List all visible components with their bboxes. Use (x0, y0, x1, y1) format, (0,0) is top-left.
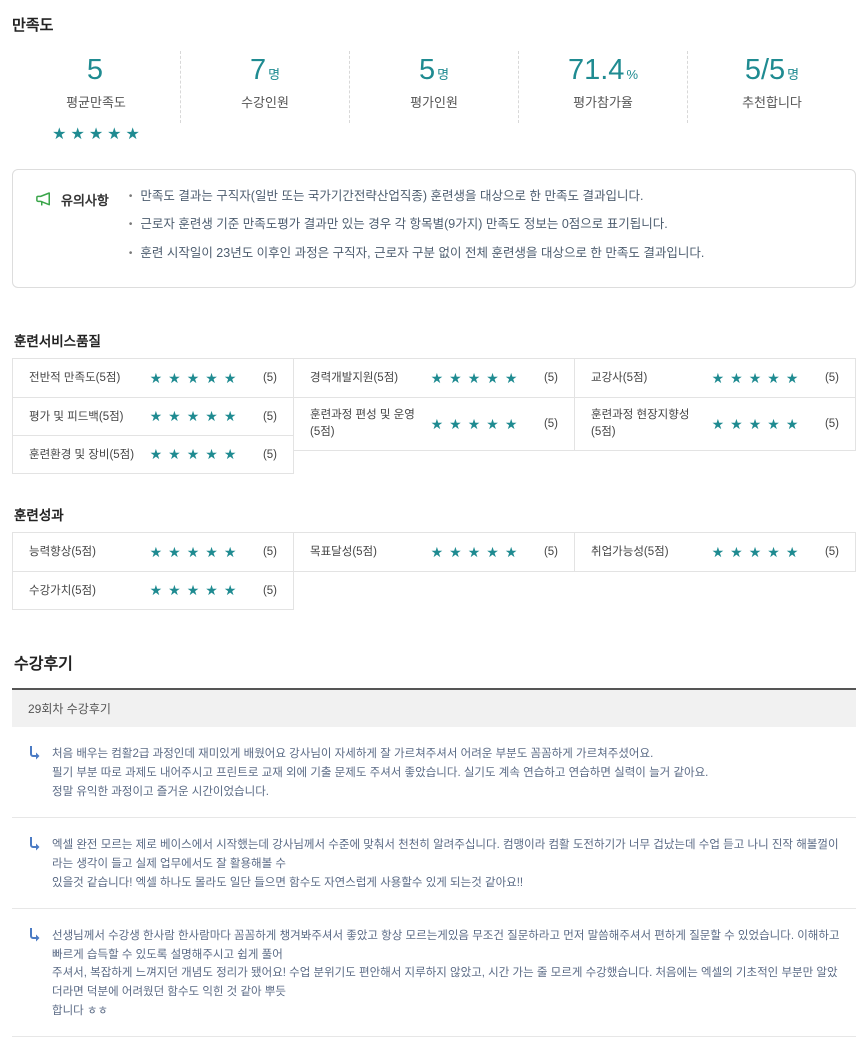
rating-row: 수강가치(5점) ★★★★★ (5) (13, 571, 293, 609)
stat-label: 수강인원 (181, 92, 349, 111)
rating-score: (5) (249, 449, 277, 461)
rating-label: 교강사(5점) (591, 370, 699, 387)
star-rating-icon: ★★★★★ (137, 544, 249, 561)
review-item: 처음 배우는 컴활2급 과정인데 재미있게 배웠어요 강사님이 자세하게 잘 가… (12, 727, 856, 818)
rating-label: 목표달성(5점) (310, 544, 418, 561)
rating-score: (5) (249, 585, 277, 597)
rating-column: 경력개발지원(5점) ★★★★★ (5) 훈련과정 편성 및 운영(5점) ★★… (293, 358, 575, 450)
page-title: 만족도 (12, 14, 856, 35)
review-item: 엑셀 완전 모르는 제로 베이스에서 시작했는데 강사님께서 수준에 맞춰서 천… (12, 818, 856, 909)
notice-item: 훈련 시작일이 23년도 이후인 과정은 구직자, 근로자 구분 없이 전체 훈… (129, 245, 705, 263)
satisfaction-page: 만족도 5 평균만족도 ★★★★★ 7명 수강인원 5명 평가인원 71.4% … (0, 0, 866, 1037)
rating-row: 경력개발지원(5점) ★★★★★ (5) (294, 359, 574, 397)
star-rating-icon: ★★★★★ (137, 582, 249, 599)
summary-stats: 5 평균만족도 ★★★★★ 7명 수강인원 5명 평가인원 71.4% 평가참가… (12, 51, 856, 123)
rating-label: 능력향상(5점) (29, 544, 137, 561)
notice-list: 만족도 결과는 구직자(일반 또는 국가기간전략산업직종) 훈련생을 대상으로 … (129, 188, 705, 274)
star-rating-icon: ★★★★★ (699, 416, 811, 433)
rating-row: 훈련과정 현장지향성(5점) ★★★★★ (5) (575, 397, 855, 449)
rating-score: (5) (530, 418, 558, 430)
rating-label: 훈련과정 현장지향성(5점) (591, 407, 699, 440)
rating-score: (5) (811, 372, 839, 384)
reply-arrow-icon (28, 836, 42, 856)
stat-average-score: 5 평균만족도 ★★★★★ (12, 51, 180, 123)
reviews-round-header: 29회차 수강후기 (12, 688, 856, 727)
rating-row: 능력향상(5점) ★★★★★ (5) (13, 533, 293, 571)
notice-label: 유의사항 (61, 190, 109, 209)
stat-value: 71.4% (519, 55, 687, 87)
stat-value: 5/5명 (688, 55, 856, 87)
section-title-service-quality: 훈련서비스품질 (14, 330, 856, 350)
notice-box: 유의사항 만족도 결과는 구직자(일반 또는 국가기간전략산업직종) 훈련생을 … (12, 169, 856, 289)
rating-label: 훈련환경 및 장비(5점) (29, 447, 137, 464)
rating-score: (5) (530, 546, 558, 558)
rating-score: (5) (249, 546, 277, 558)
rating-row: 훈련환경 및 장비(5점) ★★★★★ (5) (13, 435, 293, 473)
rating-column: 전반적 만족도(5점) ★★★★★ (5) 평가 및 피드백(5점) ★★★★★… (12, 358, 294, 474)
star-rating-icon: ★★★★★ (418, 370, 530, 387)
star-rating-icon: ★★★★★ (699, 544, 811, 561)
rating-score: (5) (249, 411, 277, 423)
rating-row: 교강사(5점) ★★★★★ (5) (575, 359, 855, 397)
rating-label: 평가 및 피드백(5점) (29, 409, 137, 426)
reviews-title: 수강후기 (14, 650, 856, 674)
rating-row: 평가 및 피드백(5점) ★★★★★ (5) (13, 397, 293, 435)
rating-column: 목표달성(5점) ★★★★★ (5) (293, 532, 575, 572)
stat-value: 5명 (350, 55, 518, 87)
rating-score: (5) (811, 546, 839, 558)
rating-score: (5) (249, 372, 277, 384)
rating-label: 수강가치(5점) (29, 583, 137, 600)
review-text: 엑셀 완전 모르는 제로 베이스에서 시작했는데 강사님께서 수준에 맞춰서 천… (52, 836, 848, 892)
reply-arrow-icon (28, 927, 42, 947)
rating-score: (5) (530, 372, 558, 384)
stat-label: 추천합니다 (688, 92, 856, 111)
star-rating-icon: ★★★★★ (418, 416, 530, 433)
rating-label: 훈련과정 편성 및 운영(5점) (310, 407, 418, 440)
stat-evaluated-count: 5명 평가인원 (349, 51, 518, 123)
stat-recommend-count: 5/5명 추천합니다 (687, 51, 856, 123)
star-rating-icon: ★★★★★ (137, 370, 249, 387)
review-text: 처음 배우는 컴활2급 과정인데 재미있게 배웠어요 강사님이 자세하게 잘 가… (52, 745, 708, 801)
rating-column: 취업가능성(5점) ★★★★★ (5) (574, 532, 856, 572)
rating-row: 목표달성(5점) ★★★★★ (5) (294, 533, 574, 571)
stat-value: 5 (12, 55, 180, 87)
review-item: 선생님께서 수강생 한사람 한사람마다 꼼꼼하게 챙겨봐주셔서 좋았고 항상 모… (12, 909, 856, 1037)
stat-label: 평가참가율 (519, 92, 687, 111)
rating-row: 훈련과정 편성 및 운영(5점) ★★★★★ (5) (294, 397, 574, 449)
rating-column: 교강사(5점) ★★★★★ (5) 훈련과정 현장지향성(5점) ★★★★★ (… (574, 358, 856, 450)
star-rating-icon: ★★★★★ (699, 370, 811, 387)
section-title-performance: 훈련성과 (14, 504, 856, 524)
stat-label: 평균만족도 (12, 92, 180, 111)
rating-row: 취업가능성(5점) ★★★★★ (5) (575, 533, 855, 571)
rating-label: 취업가능성(5점) (591, 544, 699, 561)
rating-label: 경력개발지원(5점) (310, 370, 418, 387)
star-rating-icon: ★★★★★ (418, 544, 530, 561)
rating-column: 능력향상(5점) ★★★★★ (5) 수강가치(5점) ★★★★★ (5) (12, 532, 294, 610)
rating-label: 전반적 만족도(5점) (29, 370, 137, 387)
megaphone-icon (35, 190, 53, 213)
reply-arrow-icon (28, 745, 42, 765)
stat-participation-rate: 71.4% 평가참가율 (518, 51, 687, 123)
review-text: 선생님께서 수강생 한사람 한사람마다 꼼꼼하게 챙겨봐주셔서 좋았고 항상 모… (52, 927, 848, 1020)
notice-item: 근로자 훈련생 기준 만족도평가 결과만 있는 경우 각 항목별(9가지) 만족… (129, 216, 705, 234)
service-quality-table: 전반적 만족도(5점) ★★★★★ (5) 평가 및 피드백(5점) ★★★★★… (12, 358, 856, 474)
notice-item: 만족도 결과는 구직자(일반 또는 국가기간전략산업직종) 훈련생을 대상으로 … (129, 188, 705, 206)
performance-table: 능력향상(5점) ★★★★★ (5) 수강가치(5점) ★★★★★ (5) 목표… (12, 532, 856, 610)
stat-enrolled-count: 7명 수강인원 (180, 51, 349, 123)
notice-head: 유의사항 (35, 188, 109, 274)
star-rating-icon: ★★★★★ (137, 408, 249, 425)
rating-row: 전반적 만족도(5점) ★★★★★ (5) (13, 359, 293, 397)
stat-value: 7명 (181, 55, 349, 87)
star-rating-icon: ★★★★★ (12, 124, 180, 144)
stat-label: 평가인원 (350, 92, 518, 111)
star-rating-icon: ★★★★★ (137, 446, 249, 463)
rating-score: (5) (811, 418, 839, 430)
